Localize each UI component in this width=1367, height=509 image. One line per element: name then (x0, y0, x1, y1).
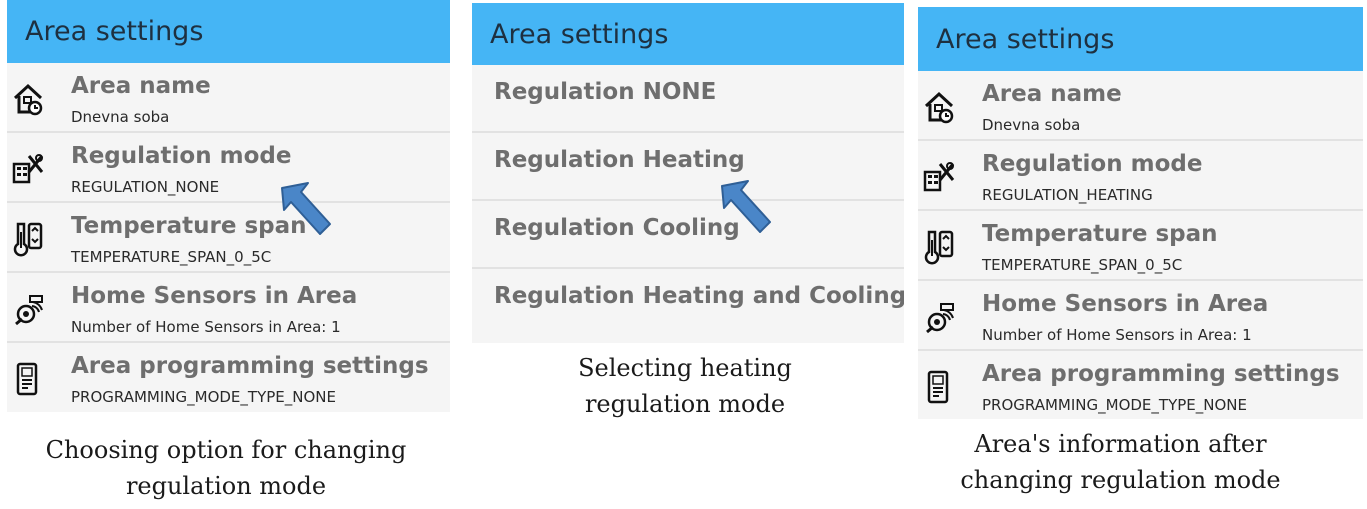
temperature-span-row[interactable]: Temperature span TEMPERATURE_SPAN_0_5C (918, 211, 1363, 281)
row-subtitle: PROGRAMMING_MODE_TYPE_NONE (71, 388, 336, 406)
area-settings-panel-after: Area settings Area name Dnevna soba Regu… (918, 7, 1363, 419)
option-label: Regulation NONE (494, 79, 717, 105)
caption-line: Choosing option for changing (45, 436, 407, 464)
app-bar-title: Area settings (918, 7, 1363, 71)
row-title: Area name (982, 81, 1122, 107)
house-clock-icon (923, 88, 955, 126)
row-title: Regulation mode (982, 151, 1203, 177)
caption-line: changing regulation mode (960, 466, 1281, 494)
home-sensors-row[interactable]: Home Sensors in Area Number of Home Sens… (7, 273, 450, 343)
house-clock-icon (12, 80, 44, 118)
option-regulation-heating-and-cooling[interactable]: Regulation Heating and Cooling (472, 269, 904, 337)
dialog-title: Area settings (472, 3, 904, 65)
row-subtitle: REGULATION_NONE (71, 178, 220, 196)
area-settings-panel-before: Area settings Area name Dnevna soba Regu… (7, 0, 450, 412)
regulation-mode-row[interactable]: Regulation mode REGULATION_NONE (7, 133, 450, 203)
pointer-arrow-icon (721, 180, 771, 233)
row-subtitle: TEMPERATURE_SPAN_0_5C (71, 248, 272, 266)
thermometer-icon (923, 228, 955, 266)
area-programming-row[interactable]: Area programming settings PROGRAMMING_MO… (918, 351, 1363, 419)
row-title: Regulation mode (71, 143, 292, 169)
tools-icon (12, 150, 44, 188)
thermometer-icon (12, 220, 44, 258)
row-title: Area name (71, 73, 211, 99)
caption-selecting: Selecting heating regulation mode (560, 350, 810, 422)
app-bar-title: Area settings (7, 0, 450, 63)
temperature-span-row[interactable]: Temperature span TEMPERATURE_SPAN_0_5C (7, 203, 450, 273)
option-label: Regulation Heating (494, 147, 745, 173)
option-label: Regulation Cooling (494, 215, 740, 241)
caption-after: Area's information after changing regula… (918, 426, 1323, 498)
row-subtitle: TEMPERATURE_SPAN_0_5C (982, 256, 1183, 274)
row-subtitle: Dnevna soba (71, 108, 170, 126)
regulation-mode-row[interactable]: Regulation mode REGULATION_HEATING (918, 141, 1363, 211)
row-subtitle: PROGRAMMING_MODE_TYPE_NONE (982, 396, 1247, 414)
home-sensors-row[interactable]: Home Sensors in Area Number of Home Sens… (918, 281, 1363, 351)
row-title: Area programming settings (71, 353, 429, 379)
area-programming-row[interactable]: Area programming settings PROGRAMMING_MO… (7, 343, 450, 412)
caption-before: Choosing option for changing regulation … (0, 432, 452, 504)
tools-icon (923, 158, 955, 196)
sensor-icon (923, 298, 955, 336)
regulation-mode-dialog: Area settings Regulation NONE Regulation… (472, 3, 904, 343)
row-subtitle: Number of Home Sensors in Area: 1 (71, 318, 341, 336)
caption-line: regulation mode (125, 472, 327, 500)
area-name-row[interactable]: Area name Dnevna soba (918, 71, 1363, 141)
pointer-arrow-icon (281, 182, 331, 235)
row-title: Area programming settings (982, 361, 1340, 387)
row-title: Temperature span (982, 221, 1218, 247)
row-subtitle: REGULATION_HEATING (982, 186, 1153, 204)
caption-line: Selecting heating (578, 354, 792, 382)
programming-icon (12, 360, 44, 398)
option-regulation-none[interactable]: Regulation NONE (472, 65, 904, 133)
programming-icon (923, 368, 955, 406)
option-regulation-heating[interactable]: Regulation Heating (472, 133, 904, 201)
caption-line: regulation mode (584, 390, 786, 418)
row-title: Temperature span (71, 213, 307, 239)
row-subtitle: Dnevna soba (982, 116, 1081, 134)
sensor-icon (12, 290, 44, 328)
row-subtitle: Number of Home Sensors in Area: 1 (982, 326, 1252, 344)
area-name-row[interactable]: Area name Dnevna soba (7, 63, 450, 133)
option-label: Regulation Heating and Cooling (494, 283, 904, 309)
option-regulation-cooling[interactable]: Regulation Cooling (472, 201, 904, 269)
caption-line: Area's information after (974, 430, 1267, 458)
row-title: Home Sensors in Area (71, 283, 358, 309)
row-title: Home Sensors in Area (982, 291, 1269, 317)
